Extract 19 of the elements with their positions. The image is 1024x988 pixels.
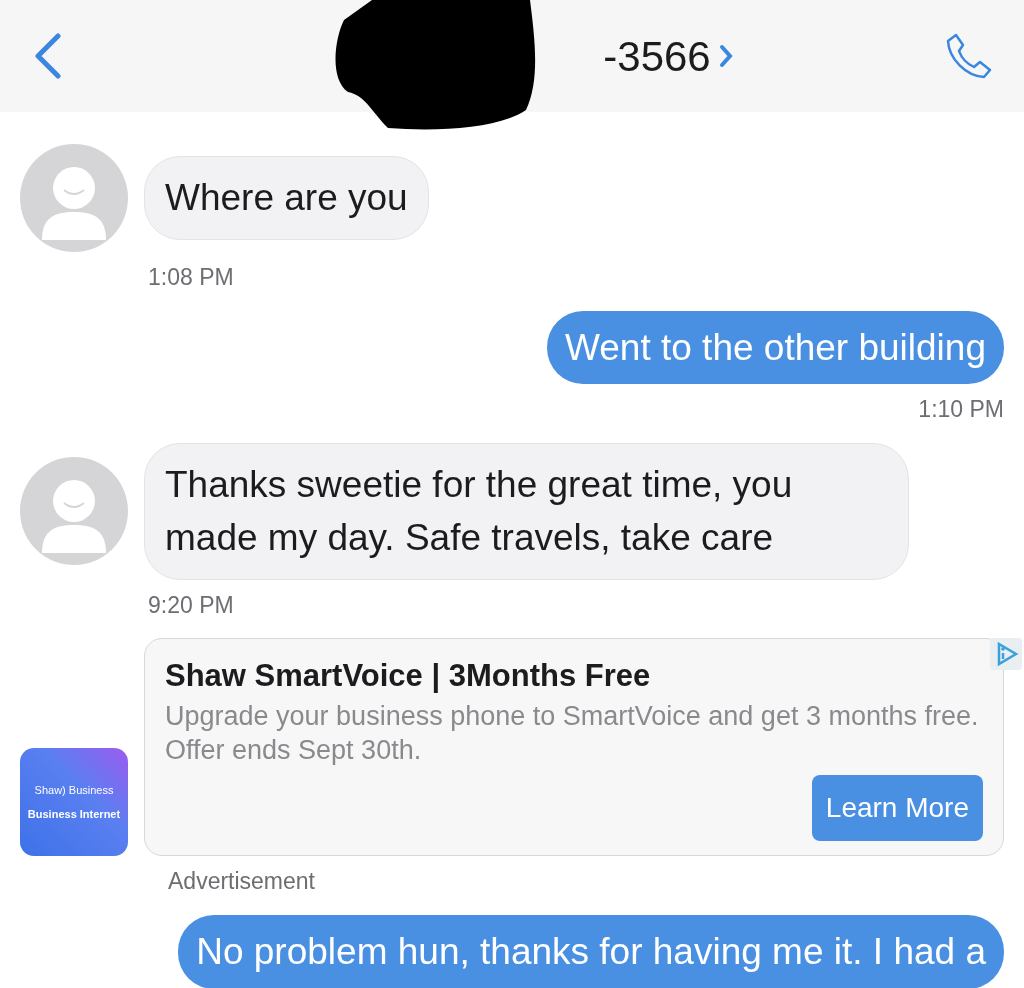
phone-icon[interactable] bbox=[944, 32, 992, 80]
back-icon[interactable] bbox=[32, 33, 62, 79]
message-bubble: No problem hun, thanks for having me it. I had a bbox=[178, 914, 1004, 988]
message-bubble: Went to the other building bbox=[547, 310, 1004, 385]
ad-label: Advertisement bbox=[168, 867, 316, 897]
logo-text: Shaw) Business bbox=[34, 782, 114, 798]
ad-description: Upgrade your business phone to SmartVoice and get 3 months free. Offer ends Sept 30th. bbox=[165, 699, 980, 767]
timestamp: 1:10 PM bbox=[918, 395, 1004, 425]
timestamp: 9:20 PM bbox=[148, 590, 235, 620]
contact-title[interactable]: -3566 bbox=[603, 24, 711, 88]
avatar-icon bbox=[20, 144, 128, 252]
logo-text: Business Internet bbox=[27, 807, 121, 823]
message-bubble: Where are you bbox=[144, 156, 429, 240]
ad-choices-icon[interactable] bbox=[990, 638, 1022, 671]
avatar-icon bbox=[20, 457, 128, 566]
message-bubble: Thanks sweetie for the great time, you made my day. Safe travels, take care bbox=[144, 442, 909, 580]
chevron-icon[interactable] bbox=[718, 44, 733, 68]
timestamp: 1:08 PM bbox=[148, 263, 235, 292]
ad-title: Shaw SmartVoice | 3Months Free bbox=[165, 657, 652, 696]
